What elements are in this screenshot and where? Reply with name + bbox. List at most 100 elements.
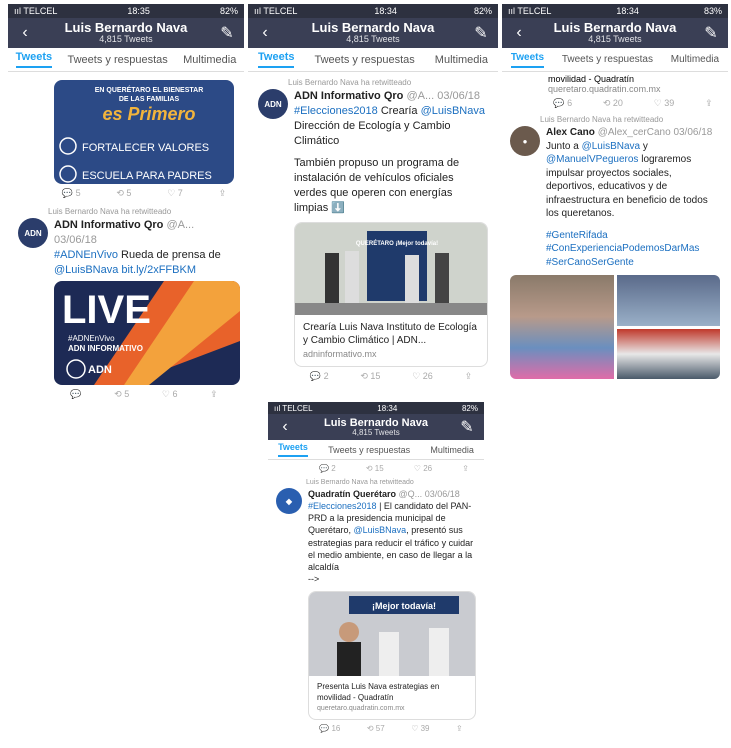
tab-tweets-replies[interactable]: Tweets y respuestas	[315, 54, 415, 66]
mention-link[interactable]: @LuisBNava	[354, 525, 407, 535]
compose-icon[interactable]: ✎	[218, 23, 236, 43]
tweet[interactable]: Luis Bernardo Nava ha retwitteado ADN AD…	[8, 201, 244, 399]
back-icon[interactable]: ‹	[16, 24, 34, 42]
screenshot-panel-2: ııl TELCEL 18:34 82% ‹ Luis Bernardo Nav…	[248, 4, 498, 402]
tweet[interactable]: Luis Bernardo Nava ha retwitteado ● Alex…	[502, 111, 728, 383]
like-button[interactable]: ♡ 6	[162, 389, 178, 399]
hashtag[interactable]: #SerCanoSerGente	[546, 256, 720, 270]
tab-media[interactable]: Multimedia	[671, 54, 719, 65]
tab-tweets-replies[interactable]: Tweets y respuestas	[562, 54, 653, 65]
share-button[interactable]: ⇪	[210, 389, 218, 399]
photo-grid[interactable]	[510, 275, 720, 379]
school-icon	[59, 165, 77, 183]
mention-link[interactable]: @LuisBNava	[582, 141, 641, 152]
tweet-author[interactable]: ADN Informativo Qro	[54, 219, 163, 231]
avatar[interactable]: ADN	[258, 89, 288, 119]
retweet-button[interactable]: ⟲ 5	[114, 389, 129, 399]
retweet-button[interactable]: ⟲ 57	[367, 724, 385, 733]
link-card[interactable]: QUERÉTARO ¡Mejor todavía! Crearía Luis N…	[294, 221, 488, 367]
tweet-actions: 💬 2 ⟲ 15 ♡ 26 ⇪	[258, 367, 488, 384]
photo-bottom-right[interactable]	[616, 328, 720, 379]
hashtag[interactable]: #ConExperienciaPodemosDarMas	[546, 242, 720, 256]
reply-button[interactable]: 💬 2	[319, 464, 336, 473]
tab-media[interactable]: Multimedia	[183, 54, 236, 66]
reply-button[interactable]: 💬	[70, 389, 81, 399]
tab-media[interactable]: Multimedia	[430, 445, 474, 455]
retweet-button[interactable]: ⟲ 20	[603, 98, 623, 109]
tweet-author[interactable]: ADN Informativo Qro	[294, 90, 403, 102]
like-button[interactable]: ♡ 39	[654, 98, 675, 109]
battery: 83%	[703, 6, 722, 16]
tweet[interactable]: Luis Bernardo Nava ha retwitteado ADN AD…	[248, 72, 498, 390]
avatar[interactable]: ●	[510, 126, 540, 156]
tab-media[interactable]: Multimedia	[435, 54, 488, 66]
mention-link[interactable]: @ManuelVPegueros	[546, 154, 638, 165]
battery: 82%	[473, 6, 492, 16]
clock: 18:34	[374, 6, 397, 16]
like-button[interactable]: ♡ 7	[167, 188, 183, 199]
profile-tabs: Tweets Tweets y respuestas Multimedia	[502, 48, 728, 72]
tweet-author[interactable]: Quadratín Querétaro	[308, 489, 396, 499]
like-button[interactable]: ♡ 26	[414, 464, 432, 473]
share-button[interactable]: ⇪	[456, 724, 463, 733]
tab-tweets[interactable]: Tweets	[510, 52, 545, 68]
tweet-text: Rueda de prensa de	[118, 248, 221, 261]
carrier: ııl TELCEL	[254, 6, 298, 16]
reply-button[interactable]: 💬 2	[310, 371, 329, 382]
tab-tweets-replies[interactable]: Tweets y respuestas	[328, 445, 410, 455]
back-icon[interactable]: ‹	[510, 24, 528, 42]
avatar[interactable]: ◆	[276, 488, 302, 514]
retweet-button[interactable]: ⟲ 15	[360, 371, 380, 382]
like-button[interactable]: ♡ 39	[411, 724, 429, 733]
hashtag[interactable]: #ADNEnVivo	[54, 249, 118, 261]
retweet-count: 5	[124, 389, 130, 399]
banner-line2: DE LAS FAMILIAS	[119, 96, 180, 103]
share-button[interactable]: ⇪	[462, 464, 469, 473]
retweet-button[interactable]: ⟲ 5	[116, 188, 131, 199]
banner-image[interactable]: EN QUERÉTARO EL BIENESTAR DE LAS FAMILIA…	[54, 80, 234, 184]
live-image[interactable]: LIVE #ADNEnVivo ADN INFORMATIVO ADN	[54, 281, 240, 386]
retweet-button[interactable]: ⟲ 15	[366, 464, 384, 473]
mention-link[interactable]: @LuisBNava bit.ly/2xFFBKM	[54, 264, 196, 276]
compose-icon[interactable]: ✎	[702, 23, 720, 43]
hashtag[interactable]: #Elecciones2018	[294, 105, 378, 117]
retweet-indicator: Luis Bernardo Nava ha retwitteado	[288, 78, 412, 87]
reply-button[interactable]: 💬 16	[319, 724, 340, 733]
banner-graphic: EN QUERÉTARO EL BIENESTAR DE LAS FAMILIA…	[59, 85, 212, 183]
mention-link[interactable]: @LuisBNava	[421, 105, 485, 117]
reply-count: 16	[331, 724, 341, 734]
hashtag[interactable]: #GenteRifada	[546, 229, 720, 243]
carrier: ııl TELCEL	[14, 6, 58, 16]
tab-tweets[interactable]: Tweets	[15, 51, 53, 68]
back-icon[interactable]: ‹	[276, 418, 294, 436]
screenshot-panel-4: ııl TELCEL 18:34 83% ‹ Luis Bernardo Nav…	[502, 4, 728, 396]
tab-tweets-replies[interactable]: Tweets y respuestas	[68, 54, 168, 66]
compose-icon[interactable]: ✎	[472, 23, 490, 43]
tab-tweets[interactable]: Tweets	[278, 442, 308, 457]
reply-button[interactable]: 💬 6	[553, 98, 572, 109]
compose-icon[interactable]: ✎	[458, 417, 476, 437]
hashtag[interactable]: #Elecciones2018	[308, 501, 377, 511]
reply-button[interactable]: 💬 5	[62, 188, 81, 199]
adn-logo-icon	[66, 359, 86, 380]
tweet-handle: @Alex_cerCano	[597, 127, 671, 138]
share-button[interactable]: ⇪	[465, 371, 473, 382]
tweet-actions: 💬 16 ⟲ 57 ♡ 39 ⇪	[276, 720, 476, 735]
tab-tweets[interactable]: Tweets	[258, 51, 295, 68]
clock: 18:34	[616, 6, 639, 16]
photo-main[interactable]	[510, 275, 614, 379]
avatar[interactable]: ADN	[18, 218, 48, 248]
tweet-count: 4,815 Tweets	[588, 34, 642, 45]
back-icon[interactable]: ‹	[256, 24, 274, 42]
tweet[interactable]: Luis Bernardo Nava ha retwitteado ◆ Quad…	[268, 475, 484, 739]
like-button[interactable]: ♡ 26	[412, 371, 433, 382]
retweet-count: 20	[612, 98, 623, 108]
status-bar: ııl TELCEL 18:35 82%	[8, 4, 244, 18]
share-button[interactable]: ⇪	[705, 98, 713, 109]
link-card[interactable]: ¡Mejor todavía! Presenta Luis Nava estra…	[308, 591, 476, 721]
photo-top-right[interactable]	[616, 275, 720, 326]
share-button[interactable]: ⇪	[219, 188, 227, 199]
profile-tabs: Tweets Tweets y respuestas Multimedia	[8, 48, 244, 72]
tweet-author[interactable]: Alex Cano	[546, 127, 595, 138]
like-count: 6	[172, 389, 178, 399]
